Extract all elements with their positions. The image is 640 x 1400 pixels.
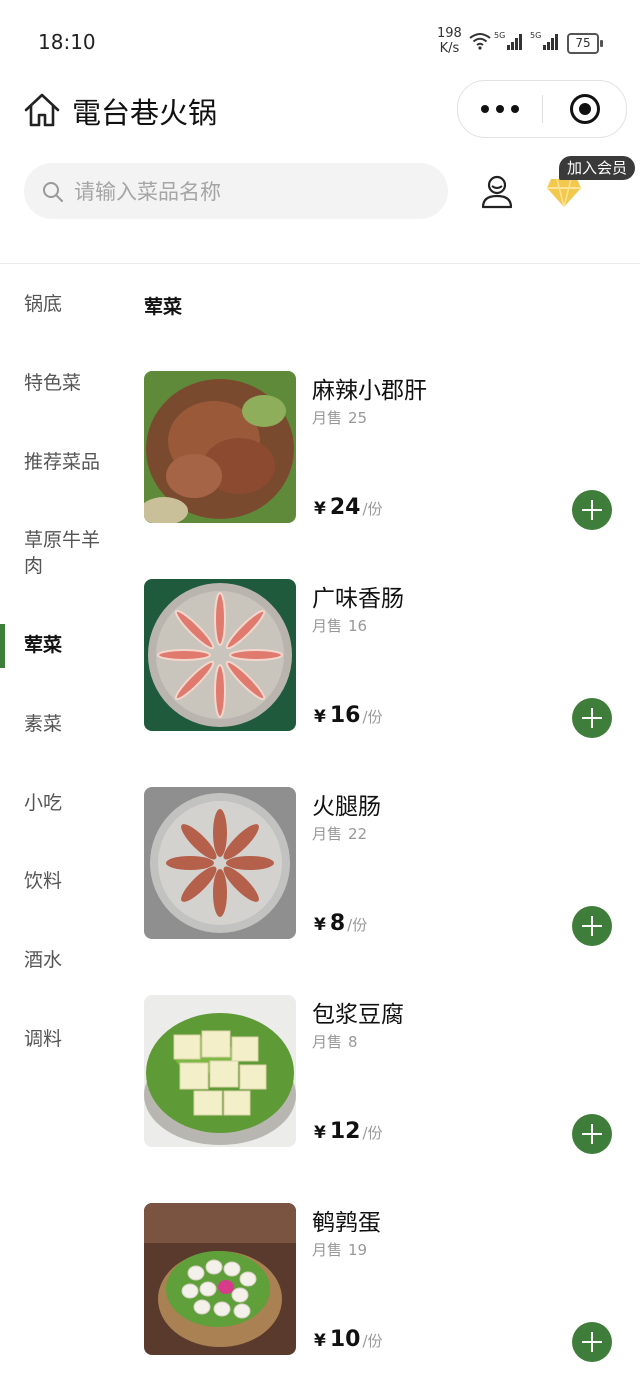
status-bar: 18:10 198 K/s 5G 5G 75 [0, 0, 640, 80]
add-to-cart-button[interactable] [572, 906, 612, 946]
sidebar-item-huncai[interactable]: 荤菜 [0, 624, 120, 668]
item-name: 广味香肠 [312, 586, 404, 612]
svg-text:5G: 5G [530, 31, 541, 40]
item-price: ¥12/份 [314, 1119, 383, 1144]
sidebar-item-jiushui[interactable]: 酒水 [0, 947, 120, 973]
sidebar-item-tiaoliao[interactable]: 调料 [0, 1026, 120, 1052]
signal-5g-secondary-icon: 5G [530, 31, 558, 50]
miniprogram-capsule [457, 80, 627, 138]
menu-item[interactable]: 包浆豆腐 月售 8 ¥12/份 [144, 995, 624, 1154]
sidebar-item-niuyangrou[interactable]: 草原牛羊肉 [0, 527, 110, 579]
sidebar-item-sucai[interactable]: 素菜 [0, 711, 120, 737]
dish-image [144, 995, 296, 1147]
svg-text:5G: 5G [494, 31, 505, 40]
search-input[interactable] [72, 163, 436, 221]
search-icon [43, 182, 63, 202]
add-to-cart-button[interactable] [572, 1114, 612, 1154]
navbar: 電台巷火锅 [0, 80, 640, 140]
net-speed-value: 198 [437, 26, 462, 41]
header-divider [0, 263, 640, 264]
net-speed-unit: K/s [439, 41, 460, 56]
add-to-cart-button[interactable] [572, 698, 612, 738]
item-sales: 月售 16 [312, 617, 368, 635]
status-time: 18:10 [38, 30, 96, 54]
item-sales: 月售 22 [312, 825, 368, 843]
wifi-icon [469, 33, 491, 50]
user-icon[interactable] [480, 174, 514, 210]
dish-image [144, 1203, 296, 1355]
sidebar-item-tuijian[interactable]: 推荐菜品 [0, 449, 120, 475]
item-name: 包浆豆腐 [312, 1002, 404, 1028]
home-icon[interactable] [22, 92, 62, 128]
menu-item[interactable]: 麻辣小郡肝 月售 25 ¥24/份 [144, 371, 624, 530]
search-bar [24, 163, 448, 221]
item-price: ¥24/份 [314, 495, 383, 520]
sidebar-item-yinliao[interactable]: 饮料 [0, 868, 120, 894]
sidebar-item-xiaochi[interactable]: 小吃 [0, 790, 120, 816]
menu-item[interactable]: 广味香肠 月售 16 ¥16/份 [144, 579, 624, 738]
item-price: ¥10/份 [314, 1327, 383, 1352]
item-sales: 月售 8 [312, 1033, 358, 1051]
item-name: 火腿肠 [312, 794, 381, 820]
dish-image [144, 371, 296, 523]
item-price: ¥16/份 [314, 703, 383, 728]
menu-item[interactable]: 火腿肠 月售 22 ¥8/份 [144, 787, 624, 946]
add-to-cart-button[interactable] [572, 1322, 612, 1362]
net-speed: 198 K/s [437, 26, 462, 56]
join-member-badge[interactable]: 加入会员 [559, 156, 636, 180]
item-price: ¥8/份 [314, 911, 368, 936]
dish-image [144, 579, 296, 731]
target-close-icon[interactable] [570, 94, 600, 124]
add-to-cart-button[interactable] [572, 490, 612, 530]
item-name: 鹌鹑蛋 [312, 1210, 381, 1236]
diamond-icon[interactable] [546, 176, 582, 208]
item-name: 麻辣小郡肝 [312, 378, 427, 404]
signal-5g-icon: 5G [494, 31, 522, 50]
menu-item[interactable]: 鹌鹑蛋 月售 19 ¥10/份 [144, 1203, 624, 1362]
more-dots-icon[interactable] [458, 81, 542, 137]
capsule-divider [542, 95, 543, 123]
item-sales: 月售 25 [312, 409, 368, 427]
dish-image [144, 787, 296, 939]
battery-indicator: 75 [567, 33, 603, 54]
item-sales: 月售 19 [312, 1241, 368, 1259]
page-title: 電台巷火锅 [72, 96, 218, 130]
sidebar-item-tesecai[interactable]: 特色菜 [0, 370, 120, 396]
section-title: 荤菜 [144, 296, 183, 318]
sidebar-item-guodi[interactable]: 锅底 [0, 291, 120, 317]
